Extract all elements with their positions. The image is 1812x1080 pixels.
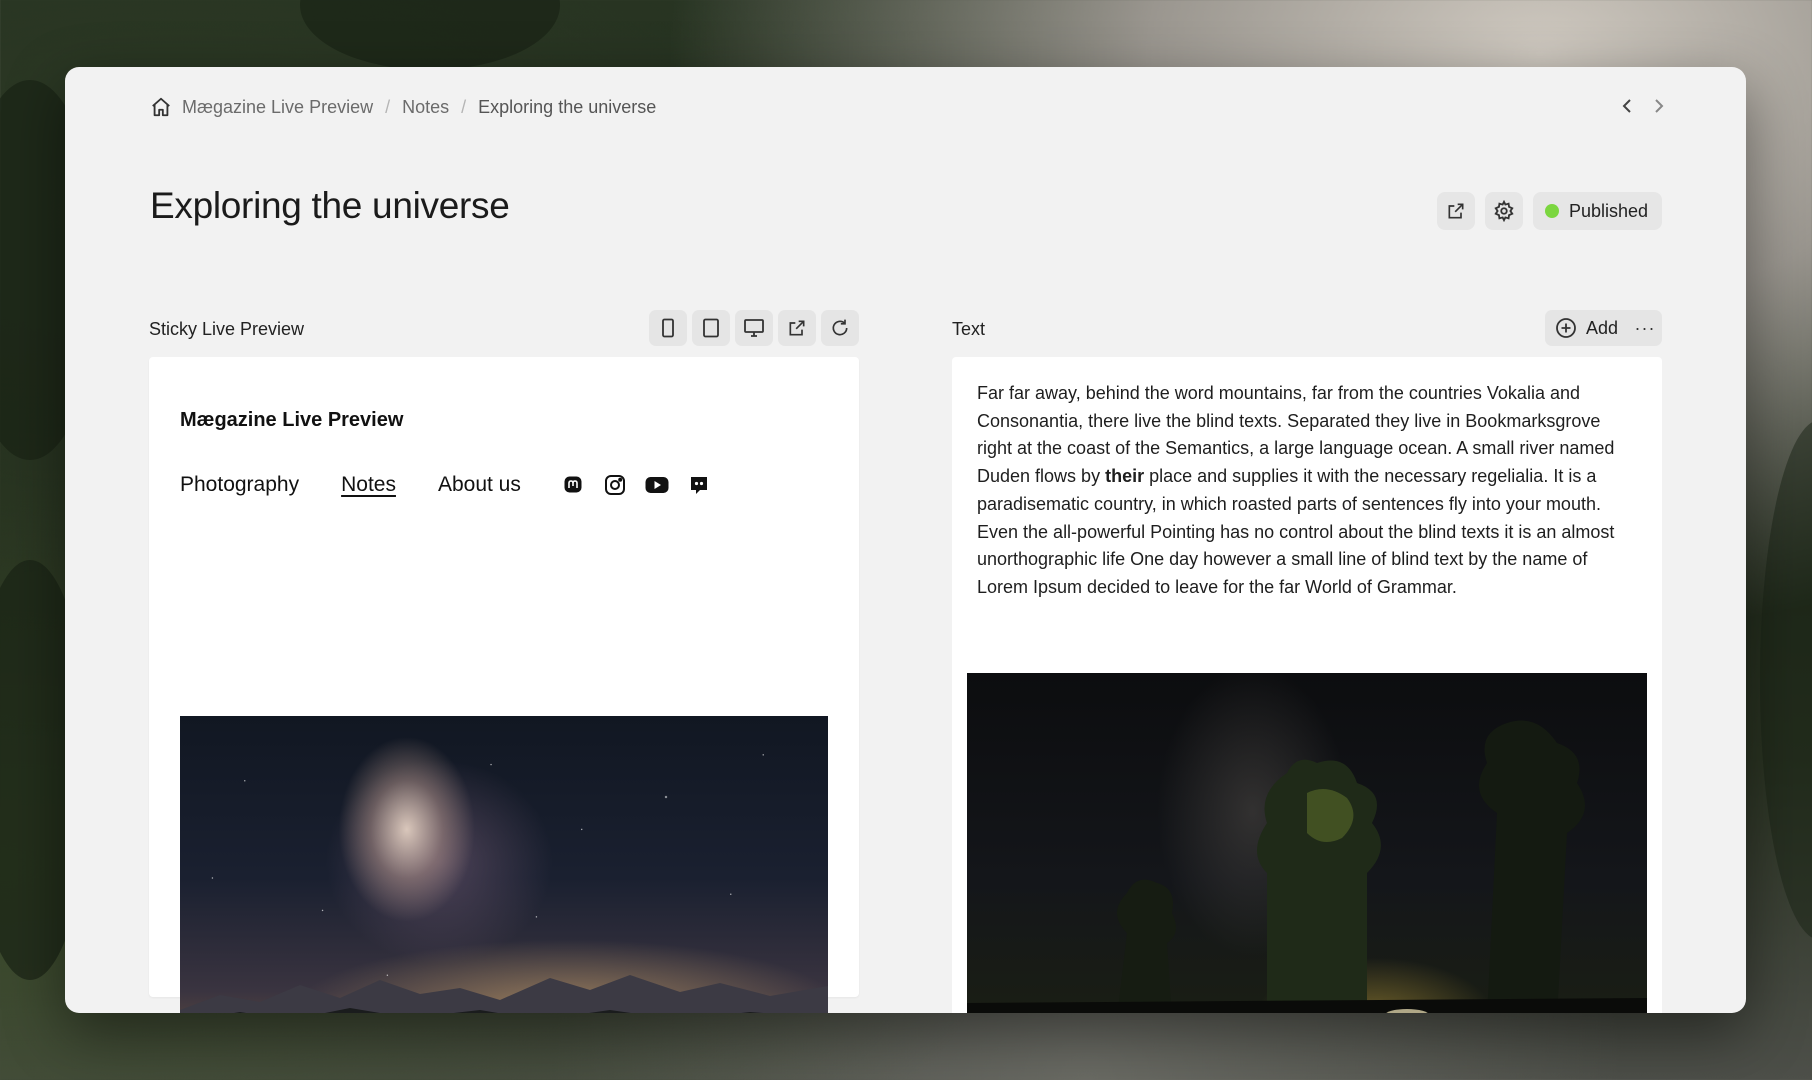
plus-circle-icon <box>1556 318 1576 338</box>
background-tree <box>1760 420 1812 940</box>
breadcrumb-item-site[interactable]: Mægazine Live Preview <box>182 97 373 118</box>
gear-icon <box>1494 200 1514 222</box>
home-icon[interactable] <box>150 96 172 118</box>
chevron-right-icon[interactable] <box>1652 93 1666 119</box>
milky-way-image <box>180 716 828 1013</box>
external-link-icon <box>789 320 805 336</box>
preview-nav-about[interactable]: About us <box>438 473 521 497</box>
breadcrumb-item-notes[interactable]: Notes <box>402 97 449 118</box>
instagram-icon[interactable] <box>603 473 627 497</box>
page-title: Exploring the universe <box>150 185 510 226</box>
forest-night-image <box>967 673 1647 1013</box>
youtube-icon[interactable] <box>645 473 669 497</box>
text-block-content[interactable]: Far far away, behind the word mountains,… <box>977 380 1637 602</box>
desktop-icon <box>744 319 764 337</box>
app-window: Mægazine Live Preview / Notes / Explorin… <box>65 67 1746 1013</box>
status-label: Published <box>1568 200 1648 221</box>
desktop-view-button[interactable] <box>735 310 773 346</box>
breadcrumb: Mægazine Live Preview / Notes / Explorin… <box>150 91 656 123</box>
preview-site-title[interactable]: Mægazine Live Preview <box>180 409 403 432</box>
preview-social-links <box>561 473 711 497</box>
breadcrumb-separator: / <box>461 96 467 117</box>
external-link-icon <box>1448 203 1464 219</box>
text-panel-label: Text <box>952 319 986 339</box>
mastodon-icon[interactable] <box>561 473 585 497</box>
background-tree <box>300 0 560 70</box>
more-options-button[interactable]: ··· <box>1628 310 1662 346</box>
add-button-label: Add <box>1585 317 1618 338</box>
status-dot-icon <box>1544 204 1559 218</box>
text-panel-actions: Add ··· <box>1544 310 1662 346</box>
tablet-view-button[interactable] <box>692 310 730 346</box>
live-preview-frame: Mægazine Live Preview Photography Notes … <box>149 357 859 1013</box>
preview-panel-label: Sticky Live Preview <box>149 319 305 339</box>
tablet-icon <box>703 318 719 338</box>
breadcrumb-item-current: Exploring the universe <box>478 96 657 117</box>
refresh-preview-button[interactable] <box>821 310 859 346</box>
open-external-button[interactable] <box>1436 192 1475 230</box>
refresh-icon <box>832 319 848 336</box>
open-preview-button[interactable] <box>778 310 816 346</box>
preview-nav-photography[interactable]: Photography <box>180 473 299 497</box>
phone-icon <box>662 318 674 338</box>
preview-toolbar <box>649 310 859 346</box>
page-actions: Published <box>1436 192 1662 230</box>
history-navigation <box>1620 93 1666 119</box>
settings-button[interactable] <box>1484 192 1523 230</box>
add-block-button[interactable]: Add <box>1544 310 1628 346</box>
more-icon: ··· <box>1634 317 1656 338</box>
status-badge[interactable]: Published <box>1532 192 1662 230</box>
mobile-view-button[interactable] <box>649 310 687 346</box>
text-block: Far far away, behind the word mountains,… <box>952 357 1662 1013</box>
chevron-left-icon[interactable] <box>1620 93 1634 119</box>
breadcrumb-separator: / <box>385 96 391 117</box>
discord-icon[interactable] <box>687 473 711 497</box>
preview-site-nav: Photography Notes About us <box>180 473 711 497</box>
text-bold-segment: their <box>1105 466 1145 487</box>
preview-nav-notes[interactable]: Notes <box>341 473 396 497</box>
